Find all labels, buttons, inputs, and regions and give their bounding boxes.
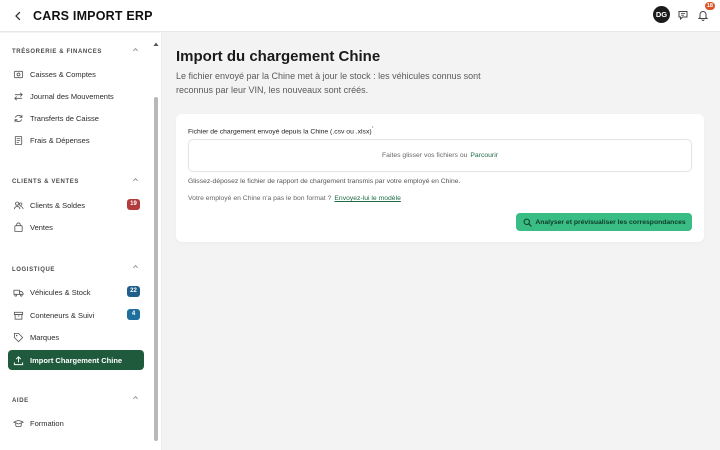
sidebar-item-ventes[interactable]: Ventes: [8, 217, 144, 237]
send-template-link[interactable]: Envoyez-lui le modèle: [334, 195, 401, 202]
sidebar-item-caisses[interactable]: Caisses & Comptes: [8, 64, 144, 84]
receipt-icon: [12, 134, 24, 146]
refresh-icon: [12, 112, 24, 124]
truck-icon: [12, 286, 24, 298]
sidebar-item-label: Frais & Dépenses: [30, 135, 90, 145]
back-arrow-icon[interactable]: [10, 8, 26, 24]
sidebar-item-label: Clients & Soldes: [30, 200, 86, 210]
sidebar-item-label: Véhicules & Stock: [30, 287, 91, 297]
sidebar-item-label: Marques: [30, 332, 60, 342]
sidebar-item-formation[interactable]: Formation: [8, 413, 144, 433]
arrows-swap-icon: [12, 90, 24, 102]
sidebar-item-journal[interactable]: Journal des Mouvements: [8, 86, 144, 106]
file-field-label: Fichier de chargement envoyé depuis la C…: [188, 126, 374, 135]
sidebar-item-label: Conteneurs & Suivi: [30, 310, 95, 320]
sidebar-item-clients[interactable]: Clients & Soldes 19: [8, 195, 144, 215]
cash-register-icon: [12, 68, 24, 80]
sidebar-scrollbar-thumb[interactable]: [154, 97, 158, 441]
scroll-down-arrow-icon[interactable]: [153, 443, 159, 449]
file-field-label-text: Fichier de chargement envoyé depuis la C…: [188, 128, 372, 136]
sidebar-item-label: Transferts de Caisse: [30, 113, 99, 123]
sidebar-item-label: Journal des Mouvements: [30, 91, 114, 101]
app-title: CARS IMPORT ERP: [33, 8, 153, 23]
sidebar-item-import-chine[interactable]: Import Chargement Chine: [8, 350, 144, 370]
chat-icon[interactable]: [676, 8, 690, 22]
user-avatar[interactable]: DG: [653, 6, 670, 23]
required-mark: *: [371, 126, 374, 132]
chevron-up-icon[interactable]: [131, 175, 139, 183]
sidebar-item-transferts[interactable]: Transferts de Caisse: [8, 108, 144, 128]
section-title-tresorerie: TRÉSORERIE & FINANCES: [12, 49, 102, 55]
sidebar-item-vehicules[interactable]: Véhicules & Stock 22: [8, 282, 144, 302]
sidebar-item-label: Ventes: [30, 222, 53, 232]
box-icon: [12, 309, 24, 321]
section-title-logistique: LOGISTIQUE: [12, 267, 56, 273]
dropzone-text: Faites glisser vos fichiers ou: [382, 152, 468, 159]
bell-icon[interactable]: 18: [696, 1, 715, 22]
sidebar-item-label: Caisses & Comptes: [30, 69, 96, 79]
conteneurs-count-badge: 4: [127, 309, 140, 320]
page-title: Import du chargement Chine: [176, 48, 381, 65]
scroll-up-arrow-icon[interactable]: [153, 34, 159, 46]
clients-count-badge: 19: [127, 199, 140, 210]
section-title-clients: CLIENTS & VENTES: [12, 179, 79, 185]
search-icon: [522, 217, 532, 227]
import-card: Fichier de chargement envoyé depuis la C…: [176, 114, 704, 242]
users-icon: [12, 199, 24, 211]
dropzone-hint: Glissez-déposez le fichier de rapport de…: [188, 178, 461, 185]
analyze-button[interactable]: Analyser et prévisualiser les correspond…: [516, 213, 692, 231]
shopping-bag-icon: [12, 221, 24, 233]
notification-badge: 18: [704, 1, 715, 10]
upload-icon: [12, 354, 24, 366]
vehicules-count-badge: 22: [127, 286, 140, 297]
analyze-button-label: Analyser et prévisualiser les correspond…: [535, 218, 686, 226]
file-dropzone[interactable]: Faites glisser vos fichiers ou Parcourir: [188, 139, 692, 172]
format-question: Votre employé en Chine n'a pas le bon fo…: [188, 195, 332, 202]
app-header: CARS IMPORT ERP DG 18: [0, 0, 720, 32]
graduation-cap-icon: [12, 417, 24, 429]
chevron-up-icon[interactable]: [131, 393, 139, 401]
sidebar-item-label: Formation: [30, 418, 64, 428]
page-description: Le fichier envoyé par la Chine met à jou…: [176, 71, 481, 95]
section-title-aide: AIDE: [12, 398, 29, 404]
chevron-up-icon[interactable]: [131, 45, 139, 53]
chevron-up-icon[interactable]: [131, 262, 139, 270]
tag-icon: [12, 331, 24, 343]
sidebar-item-label: Import Chargement Chine: [30, 355, 123, 365]
sidebar-item-conteneurs[interactable]: Conteneurs & Suivi 4: [8, 305, 144, 325]
sidebar: TRÉSORERIE & FINANCES Caisses & Comptes …: [0, 33, 162, 450]
sidebar-item-frais[interactable]: Frais & Dépenses: [8, 130, 144, 150]
format-help: Votre employé en Chine n'a pas le bon fo…: [188, 195, 401, 202]
sidebar-item-marques[interactable]: Marques: [8, 327, 144, 347]
browse-link[interactable]: Parcourir: [470, 152, 498, 159]
